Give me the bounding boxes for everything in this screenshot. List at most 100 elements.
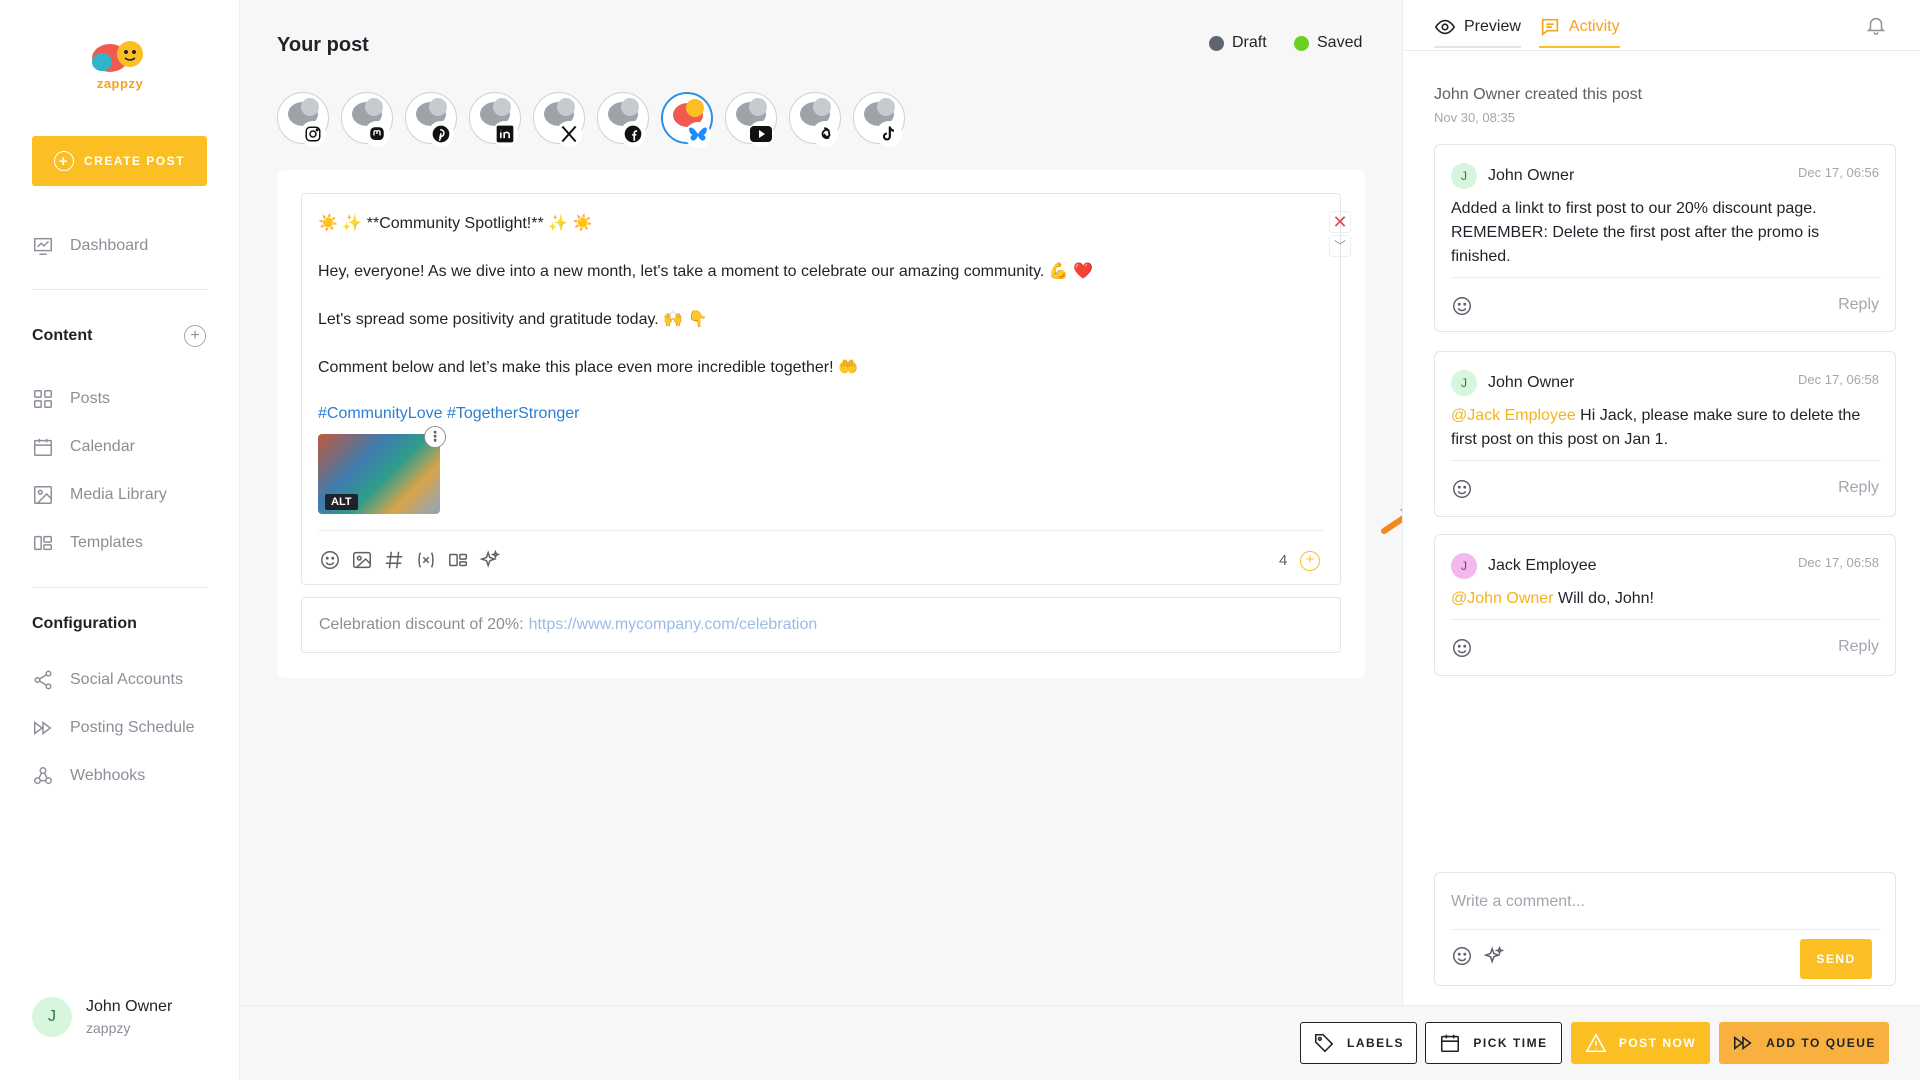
page-title: Your post — [277, 34, 369, 56]
user-profile[interactable]: J John Owner zappzy — [32, 997, 172, 1037]
emoji-icon[interactable] — [1451, 637, 1473, 659]
labels-button[interactable]: LABELS — [1300, 1022, 1417, 1064]
image-icon — [34, 486, 52, 504]
close-icon[interactable]: ✕ — [1329, 211, 1351, 233]
avatar: J — [1451, 553, 1477, 579]
sidebar-item-posting-schedule[interactable]: Posting Schedule — [32, 714, 195, 742]
sidebar-item-calendar[interactable]: Calendar — [32, 433, 135, 461]
ai-sparkle-icon[interactable] — [1483, 945, 1505, 967]
first-comment-field[interactable]: Celebration discount of 20%: https://www… — [301, 597, 1341, 653]
chevron-down-icon[interactable]: ﹀ — [1329, 235, 1351, 257]
channel-selector — [277, 92, 905, 148]
sidebar-item-label: Templates — [70, 534, 143, 551]
alt-text-badge[interactable]: ALT — [325, 494, 358, 510]
sidebar-item-label: Calendar — [70, 438, 135, 455]
channel-youtube[interactable] — [725, 92, 777, 147]
comment-time: Dec 17, 06:58 — [1798, 372, 1879, 387]
emoji-icon[interactable] — [318, 548, 342, 572]
comment-text: Will do, John! — [1553, 590, 1654, 607]
instagram-icon — [300, 121, 326, 147]
tab-activity[interactable]: Activity — [1538, 16, 1620, 48]
channel-threads[interactable] — [789, 92, 841, 147]
sidebar-item-label: Media Library — [70, 486, 167, 503]
reply-button[interactable]: Reply — [1838, 638, 1879, 656]
image-more-icon[interactable]: ⋮ — [424, 426, 446, 448]
channel-tiktok[interactable] — [853, 92, 905, 147]
channel-facebook[interactable] — [597, 92, 649, 147]
channel-x[interactable] — [533, 92, 585, 147]
tab-activity-label: Activity — [1568, 18, 1620, 35]
avatar: J — [1451, 163, 1477, 189]
bell-icon[interactable] — [1865, 14, 1887, 36]
sidebar-item-dashboard[interactable]: Dashboard — [32, 232, 148, 260]
reply-button[interactable]: Reply — [1838, 479, 1879, 497]
x-icon — [556, 121, 582, 147]
variable-icon[interactable] — [414, 548, 438, 572]
sidebar-item-media-library[interactable]: Media Library — [32, 481, 167, 509]
labels-label: LABELS — [1347, 1036, 1404, 1050]
comment-body: @John Owner Will do, John! — [1451, 587, 1871, 611]
post-line-2: Hey, everyone! As we dive into a new mon… — [318, 263, 1094, 280]
add-content-icon[interactable]: + — [184, 325, 206, 347]
saved-dot-icon — [1294, 35, 1309, 51]
user-org: zappzy — [86, 1020, 131, 1036]
zappzy-logo[interactable]: zappzy — [80, 36, 160, 92]
post-line-4: Comment below and let’s make this place … — [318, 359, 858, 376]
comment-mention[interactable]: @Jack Employee — [1451, 407, 1576, 424]
post-editor[interactable] — [301, 193, 1341, 585]
sidebar: zappzy + CREATE POST Dashboard Content +… — [0, 0, 240, 1080]
post-hashtags[interactable]: #CommunityLove #TogetherStronger — [318, 405, 579, 423]
comment-time: Dec 17, 06:58 — [1798, 555, 1879, 570]
post-now-label: POST NOW — [1618, 1036, 1697, 1050]
bluesky-icon — [685, 122, 711, 148]
tab-preview[interactable]: Preview — [1434, 16, 1521, 48]
pick-time-button[interactable]: PICK TIME — [1425, 1022, 1562, 1064]
post-count: 4 — [1279, 552, 1288, 569]
channel-instagram[interactable] — [277, 92, 329, 147]
add-post-icon[interactable]: + — [1300, 551, 1320, 571]
user-name: John Owner — [86, 998, 173, 1015]
post-now-button[interactable]: POST NOW — [1571, 1022, 1710, 1064]
panel-tabs: Preview Activity — [1434, 16, 1620, 48]
sidebar-item-label: Social Accounts — [70, 671, 183, 688]
comment-icon — [1541, 18, 1559, 37]
comment-mention[interactable]: @John Owner — [1451, 590, 1554, 607]
emoji-icon[interactable] — [1451, 478, 1473, 500]
comment-author-name: John Owner — [1488, 374, 1575, 391]
emoji-icon[interactable] — [1451, 295, 1473, 317]
webhook-icon — [34, 767, 52, 785]
ai-sparkle-icon[interactable] — [478, 548, 502, 572]
add-to-queue-button[interactable]: ADD TO QUEUE — [1719, 1022, 1889, 1064]
hashtag-icon[interactable] — [382, 548, 406, 572]
image-icon[interactable] — [350, 548, 374, 572]
emoji-icon[interactable] — [1451, 945, 1473, 967]
first-comment-text: Celebration discount of 20%: — [319, 616, 524, 633]
template-icon[interactable] — [446, 548, 470, 572]
reply-button[interactable]: Reply — [1838, 296, 1879, 314]
comment-divider — [1451, 619, 1881, 620]
first-comment-url[interactable]: https://www.mycompany.com/celebration — [529, 616, 818, 634]
sidebar-divider — [32, 587, 207, 588]
sidebar-item-templates[interactable]: Templates — [32, 529, 143, 557]
comment-body: Added a linkt to first post to our 20% d… — [1451, 197, 1871, 269]
sidebar-item-webhooks[interactable]: Webhooks — [32, 762, 145, 790]
comment-author: J John Owner — [1451, 370, 1574, 396]
send-button[interactable]: SEND — [1800, 939, 1872, 979]
toolbar-divider — [318, 530, 1324, 531]
sidebar-item-posts[interactable]: Posts — [32, 385, 110, 413]
comment-card: J John Owner Dec 17, 06:56 Added a linkt… — [1434, 144, 1896, 332]
channel-bluesky[interactable] — [661, 92, 713, 148]
comment-input[interactable] — [1451, 887, 1871, 917]
content-section-title: Content — [32, 327, 93, 344]
avatar: J — [32, 997, 72, 1037]
channel-pinterest[interactable] — [405, 92, 457, 147]
channel-mastodon[interactable] — [341, 92, 393, 147]
fast-forward-icon — [34, 721, 52, 735]
calendar-icon — [1441, 1034, 1460, 1053]
sidebar-item-label: Posts — [70, 390, 111, 407]
sidebar-item-social-accounts[interactable]: Social Accounts — [32, 666, 183, 694]
create-post-button[interactable]: + CREATE POST — [32, 136, 207, 186]
comment-author: J John Owner — [1451, 163, 1574, 189]
channel-linkedin[interactable] — [469, 92, 521, 147]
pinterest-icon — [428, 121, 454, 147]
